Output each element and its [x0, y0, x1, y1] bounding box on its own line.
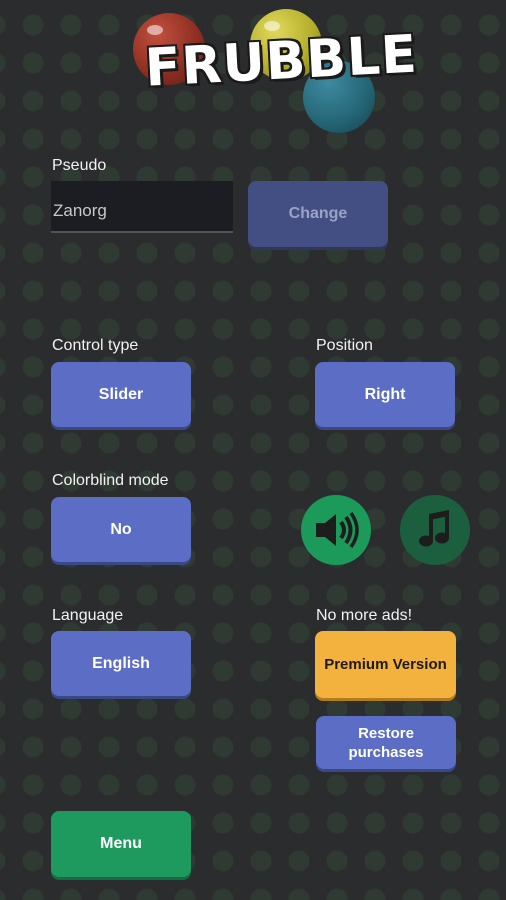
premium-version-button[interactable]: Premium Version [315, 631, 456, 698]
sound-toggle-button[interactable] [301, 495, 371, 565]
position-button[interactable]: Right [315, 362, 455, 427]
colorblind-button[interactable]: No [51, 497, 191, 562]
language-label: Language [52, 607, 124, 624]
control-type-label: Control type [52, 337, 139, 354]
menu-button[interactable]: Menu [51, 811, 191, 877]
music-note-icon [419, 510, 449, 547]
restore-purchases-line1: Restore [358, 724, 414, 742]
change-button[interactable]: Change [248, 181, 388, 247]
frubble-logo: FRUBBLE [125, 5, 420, 135]
speaker-icon [316, 511, 359, 549]
restore-purchases-line2: purchases [348, 743, 424, 761]
pseudo-input[interactable]: Zanorg [51, 181, 233, 233]
control-type-button[interactable]: Slider [51, 362, 191, 427]
logo-text: FRUBBLE [143, 24, 420, 99]
no-more-ads-label: No more ads! [316, 607, 413, 624]
restore-purchases-button[interactable]: Restore purchases [316, 716, 456, 769]
colorblind-label: Colorblind mode [52, 472, 169, 489]
language-button[interactable]: English [51, 631, 191, 696]
music-toggle-button[interactable] [400, 495, 470, 565]
position-label: Position [316, 337, 373, 354]
pseudo-label: Pseudo [52, 157, 107, 174]
